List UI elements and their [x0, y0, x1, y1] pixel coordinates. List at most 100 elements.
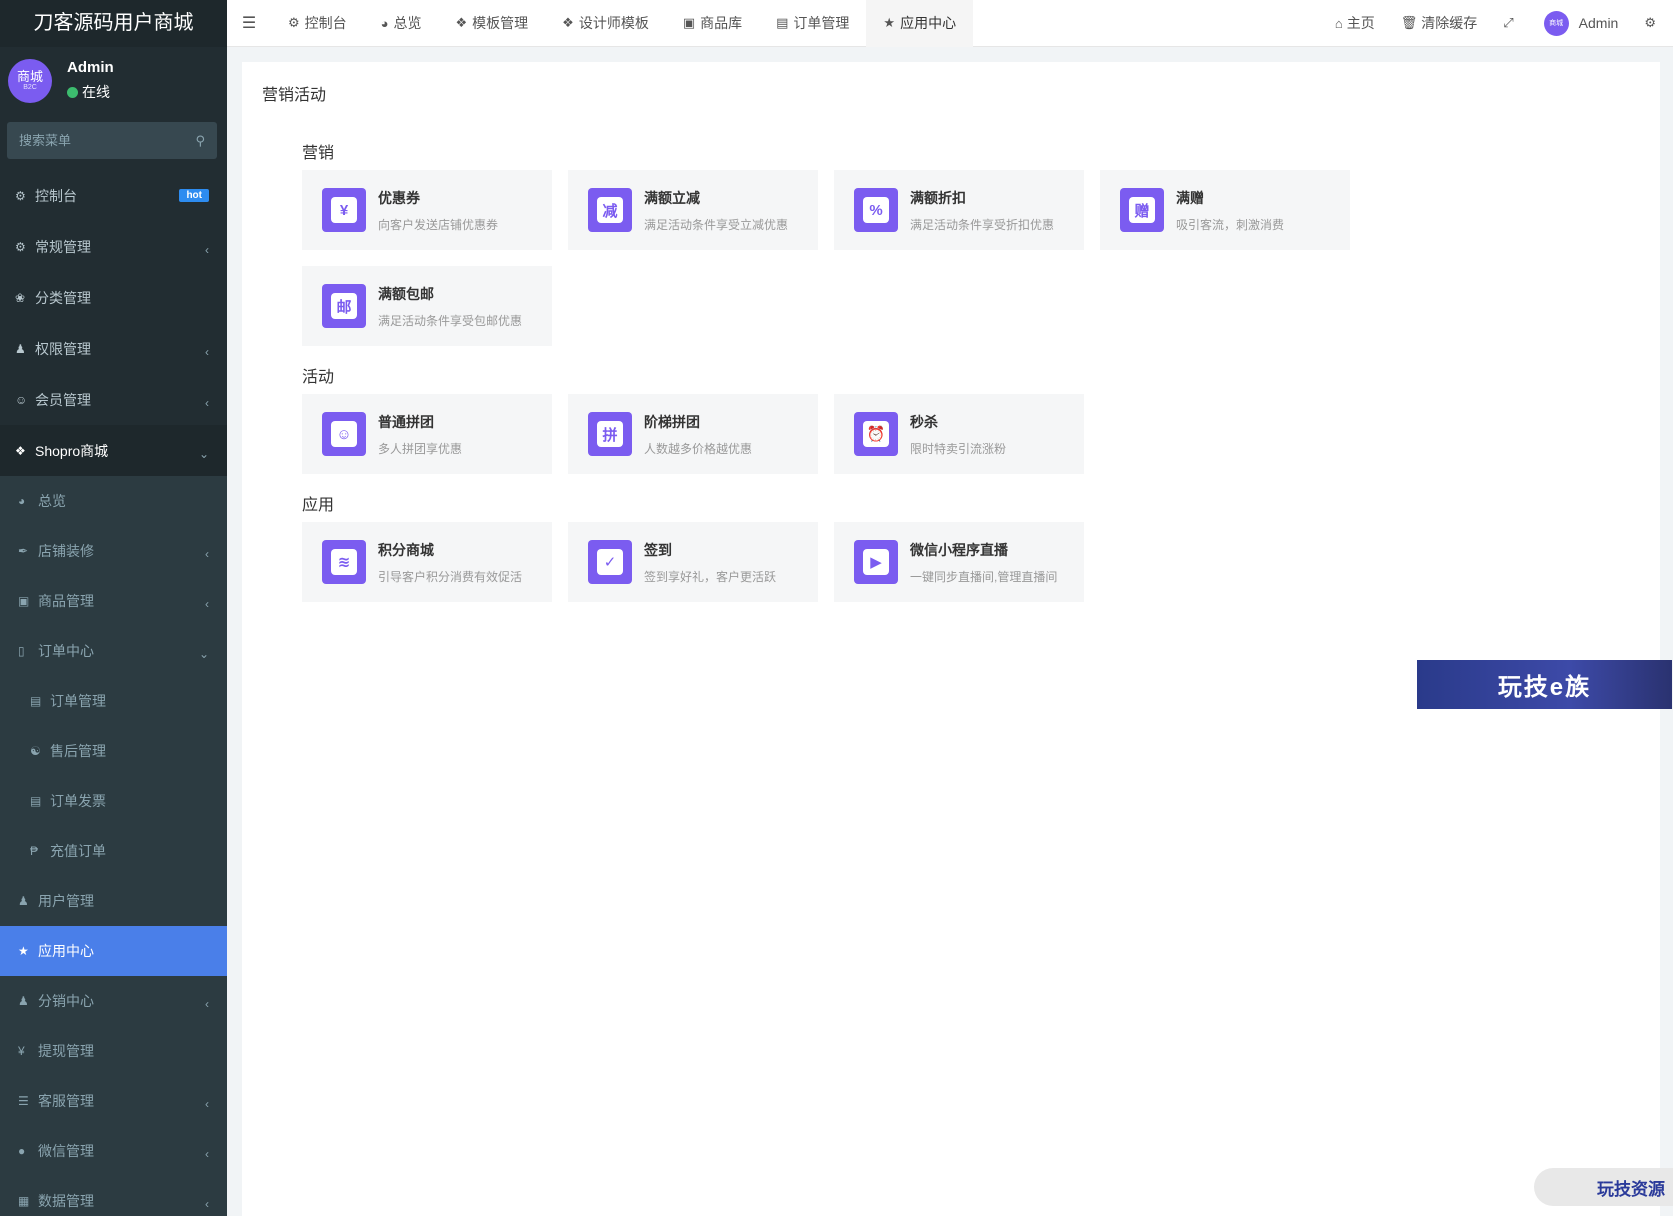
file-text-icon: ▤	[776, 15, 789, 30]
chevron-left-icon: ‹	[205, 997, 209, 1011]
card-desc: 人数越多价格越优惠	[644, 441, 753, 456]
tab-goods-library[interactable]: ▣ 商品库	[666, 0, 759, 47]
hot-badge: hot	[179, 189, 209, 202]
cube-icon: ❖	[562, 15, 574, 30]
card-free-shipping[interactable]: 邮 满额包邮 满足活动条件享受包邮优惠	[302, 266, 552, 346]
card-full-reduce[interactable]: 减 满额立减 满足活动条件享受立减优惠	[568, 170, 818, 250]
clear-cache-button[interactable]: 🗑 清除缓存	[1388, 13, 1491, 33]
watermark-banner: 玩技e族	[1417, 660, 1672, 709]
shopro-submenu: ◕ 总览 ✒ 店铺装修 ‹ ▣ 商品管理 ‹ ▯ 订单中心 ⌄ ▤ 订单管理 ☯…	[0, 476, 227, 1216]
users-icon: ♟	[15, 341, 26, 356]
sidebar-item-member[interactable]: ☺ 会员管理 ‹	[0, 374, 227, 425]
sidebar-item-label: 分类管理	[35, 289, 91, 306]
invoice-icon: ▤	[30, 794, 42, 808]
search-icon[interactable]: ⚲	[195, 133, 205, 149]
avatar: 商城	[1543, 10, 1569, 36]
tab-designer[interactable]: ❖ 设计师模板	[545, 0, 666, 47]
avatar-text: 商城	[16, 68, 43, 84]
pie-chart-icon: ◕	[18, 494, 26, 508]
order-submenu: ▤ 订单管理 ☯ 售后管理 ▤ 订单发票 ₱ 充值订单	[0, 676, 227, 876]
sidebar-item-label: 售后管理	[50, 743, 106, 759]
sidebar-item-order-center[interactable]: ▯ 订单中心 ⌄	[0, 626, 227, 676]
menu-toggle-icon[interactable]: ☰	[227, 13, 271, 33]
sidebar-item-shopro[interactable]: ❖ Shopro商城 ⌄	[0, 425, 227, 476]
card-live-stream[interactable]: ▶ 微信小程序直播 一键同步直播间,管理直播间	[834, 522, 1084, 602]
archive-icon: ▣	[18, 594, 30, 608]
sidebar-item-general[interactable]: ⚙ 常规管理 ‹	[0, 221, 227, 272]
tab-templates[interactable]: ❖ 模板管理	[439, 0, 546, 47]
sidebar-item-users[interactable]: ♟ 用户管理	[0, 876, 227, 926]
users-icon: ♟	[18, 994, 29, 1008]
avatar: 商城 B2C	[8, 58, 52, 103]
card-checkin[interactable]: ✓ 签到 签到享好礼，客户更活跃	[568, 522, 818, 602]
sidebar-item-wechat[interactable]: ● 微信管理 ‹	[0, 1126, 227, 1176]
status-dot-icon	[67, 86, 78, 98]
admin-menu[interactable]: 商城 Admin	[1531, 10, 1632, 36]
sidebar-item-category[interactable]: ❀ 分类管理	[0, 272, 227, 323]
chevron-down-icon: ⌄	[198, 446, 209, 461]
settings-button[interactable]: ⚙	[1631, 15, 1673, 31]
card-desc: 向客户发送店铺优惠券	[378, 217, 499, 232]
tab-dashboard[interactable]: ⚙ 控制台	[271, 0, 364, 47]
tab-label: 商品库	[700, 15, 743, 31]
sidebar-item-label: 店铺装修	[38, 543, 94, 559]
group-glyph: ☺	[331, 421, 357, 447]
tab-app-center[interactable]: ★ 应用中心	[866, 0, 974, 47]
clear-cache-label: 清除缓存	[1421, 15, 1478, 31]
card-title: 秒杀	[910, 413, 938, 430]
sidebar-item-label: 用户管理	[38, 893, 94, 909]
dropbox-icon: ❖	[15, 443, 26, 458]
tab-orders[interactable]: ▤ 订单管理	[759, 0, 866, 47]
tier-glyph: 拼	[597, 421, 623, 447]
card-text: 优惠券 向客户发送店铺优惠券	[378, 188, 498, 233]
card-title: 签到	[644, 541, 672, 558]
brand-title[interactable]: 刀客源码用户商城	[0, 0, 227, 47]
fullscreen-button[interactable]: ⤢	[1490, 15, 1530, 31]
card-tier-group[interactable]: 拼 阶梯拼团 人数越多价格越优惠	[568, 394, 818, 474]
alarm-clock-icon: ⏰	[854, 412, 898, 456]
sidebar-item-distribution[interactable]: ♟ 分销中心 ‹	[0, 976, 227, 1026]
card-desc: 一键同步直播间,管理直播间	[910, 569, 1058, 584]
live-stream-icon: ▶	[854, 540, 898, 584]
card-coupon[interactable]: ¥ 优惠券 向客户发送店铺优惠券	[302, 170, 552, 250]
sidebar-item-aftersale[interactable]: ☯ 售后管理	[0, 726, 227, 776]
nav-tabs: ⚙ 控制台 ◕ 总览 ❖ 模板管理 ❖ 设计师模板 ▣ 商品库 ▤ 订单管理 ★ 应用中心	[271, 0, 974, 47]
card-text: 普通拼团 多人拼团享优惠	[378, 412, 462, 457]
leaf-icon: ❀	[15, 290, 26, 305]
home-link[interactable]: ⌂ 主页	[1322, 13, 1388, 33]
sidebar-item-overview[interactable]: ◕ 总览	[0, 476, 227, 526]
brush-icon: ✒	[18, 544, 29, 558]
sidebar-item-data[interactable]: ▦ 数据管理 ‹	[0, 1176, 227, 1216]
live-glyph: ▶	[863, 549, 889, 575]
card-points-mall[interactable]: ≋ 积分商城 引导客户积分消费有效促活	[302, 522, 552, 602]
sidebar-item-order-manage[interactable]: ▤ 订单管理	[0, 676, 227, 726]
card-seckill[interactable]: ⏰ 秒杀 限时特卖引流涨粉	[834, 394, 1084, 474]
card-full-discount[interactable]: % 满额折扣 满足活动条件享受折扣优惠	[834, 170, 1084, 250]
points-glyph: ≋	[331, 549, 357, 575]
card-full-gift[interactable]: 赠 满赠 吸引客流，刺激消费	[1100, 170, 1350, 250]
tab-overview[interactable]: ◕ 总览	[364, 0, 439, 47]
card-group-buy[interactable]: ☺ 普通拼团 多人拼团享优惠	[302, 394, 552, 474]
sidebar-item-decorate[interactable]: ✒ 店铺装修 ‹	[0, 526, 227, 576]
sidebar-item-auth[interactable]: ♟ 权限管理 ‹	[0, 323, 227, 374]
sidebar-item-invoice[interactable]: ▤ 订单发票	[0, 776, 227, 826]
sidebar-item-goods[interactable]: ▣ 商品管理 ‹	[0, 576, 227, 626]
sidebar-item-service[interactable]: ☰ 客服管理 ‹	[0, 1076, 227, 1126]
sidebar-item-label: 会员管理	[35, 391, 91, 408]
sidebar-item-dashboard[interactable]: ⚙ 控制台 hot	[0, 170, 227, 221]
tab-label: 应用中心	[900, 15, 957, 31]
sidebar-item-app-center[interactable]: ★ 应用中心	[0, 926, 227, 976]
wechat-icon: ●	[18, 1144, 26, 1158]
checkin-icon: ✓	[588, 540, 632, 584]
cogs-icon: ⚙	[15, 239, 26, 254]
sidebar-item-label: 总览	[38, 493, 66, 509]
sidebar-item-label: 控制台	[35, 187, 77, 204]
pie-chart-icon: ◕	[380, 15, 389, 31]
sidebar-item-withdraw[interactable]: ¥ 提现管理	[0, 1026, 227, 1076]
chevron-left-icon: ‹	[205, 547, 209, 561]
sidebar-item-recharge[interactable]: ₱ 充值订单	[0, 826, 227, 876]
user-circle-icon: ☺	[15, 392, 28, 407]
menu-search-input[interactable]	[19, 133, 196, 148]
chevron-left-icon: ‹	[205, 242, 209, 257]
sidebar-item-label: Shopro商城	[35, 442, 109, 459]
